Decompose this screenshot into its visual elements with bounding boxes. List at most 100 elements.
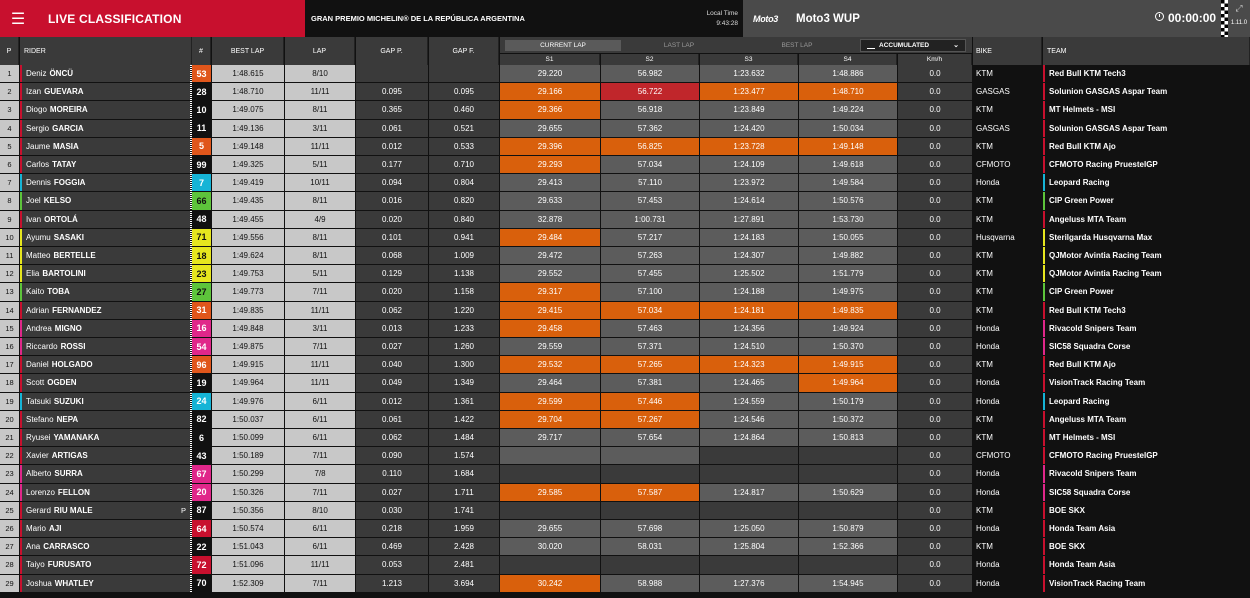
rider-first-name: Adrian (26, 305, 50, 315)
tab-current-lap[interactable]: CURRENT LAP (505, 40, 621, 51)
col-header-gap-f[interactable]: GAP F. (429, 37, 499, 65)
table-row[interactable]: 17 Daniel HOLGADO 96 1:49.915 11/11 0.040 1.300… (0, 356, 1250, 374)
table-row[interactable]: 10 Ayumu SASAKI 71 1:49.556 8/11 0.101 0.941 29.… (0, 228, 1250, 247)
team-label: QJMotor Avintia Racing Team (1049, 269, 1162, 279)
rider-name[interactable]: Daniel HOLGADO (20, 356, 192, 374)
table-row[interactable]: 5 Jaume MASIA 5 1:49.148 11/11 0.012 0.533 29.39… (0, 137, 1250, 156)
table-row[interactable]: 26 Mario AJI 64 1:50.574 6/11 0.218 1.959 29.655… (0, 520, 1250, 538)
rider-name[interactable]: Jaume MASIA (20, 137, 192, 155)
table-row[interactable]: 21 Ryusei YAMANAKA 6 1:50.099 6/11 0.062 1.484 2… (0, 429, 1250, 447)
table-row[interactable]: 4 Sergio GARCIA 11 1:49.136 3/11 0.061 0.521 29.… (0, 119, 1250, 138)
bike-make: Honda (973, 338, 1042, 356)
col-header-s4[interactable]: S4 (799, 54, 897, 65)
gap-first: 0.840 (429, 210, 499, 228)
rider-name[interactable]: Ryusei YAMANAKA (20, 429, 192, 447)
table-row[interactable]: 13 Kaito TOBA 27 1:49.773 7/11 0.020 1.158 29.31… (0, 283, 1250, 301)
rider-name[interactable]: Xavier ARTIGAS (20, 447, 192, 465)
rider-name[interactable]: Elia BARTOLINI (20, 265, 192, 283)
sector-1: 30.242 (500, 574, 600, 592)
sector-1: 29.655 (500, 520, 600, 538)
rider-name[interactable]: Joel KELSO (20, 192, 192, 210)
col-header-gap-p[interactable]: GAP P. (356, 37, 428, 65)
rider-name[interactable]: Alberto SURRA (20, 465, 192, 483)
table-row[interactable]: 14 Adrian FERNANDEZ 31 1:49.835 11/11 0.062 1.2… (0, 301, 1250, 320)
rider-name[interactable]: Diogo MOREIRA (20, 101, 192, 119)
team-label: Rivacold Snipers Team (1049, 469, 1137, 479)
bike-make: Honda (973, 574, 1042, 592)
col-header-num[interactable]: # (192, 37, 211, 65)
rider-name[interactable]: Adrian FERNANDEZ (20, 301, 192, 319)
rider-name[interactable]: Kaito TOBA (20, 283, 192, 301)
table-row[interactable]: 15 Andrea MIGNO 16 1:49.848 3/11 0.013 1.233 29.… (0, 319, 1250, 338)
rider-name[interactable]: Tatsuki SUZUKI (20, 392, 192, 410)
col-header-bike[interactable]: BIKE (973, 37, 1042, 65)
rider-name[interactable]: Stefano NEPA (20, 410, 192, 428)
rider-name[interactable]: Dennis FOGGIA (20, 174, 192, 192)
rider-name[interactable]: Sergio GARCIA (20, 119, 192, 137)
col-header-kmh[interactable]: Km/h (898, 54, 972, 65)
bar-chart-icon (867, 43, 875, 49)
table-row[interactable]: 6 Carlos TATAY 99 1:49.325 5/11 0.177 0.710 29.2… (0, 156, 1250, 174)
table-row[interactable]: 11 Matteo BERTELLE 18 1:49.624 8/11 0.068 1.009… (0, 247, 1250, 265)
col-header-rider[interactable]: RIDER (20, 37, 192, 65)
rider-name[interactable]: Scott OGDEN (20, 374, 192, 392)
table-row[interactable]: 19 Tatsuki SUZUKI 24 1:49.976 6/11 0.012 1.361 2… (0, 392, 1250, 411)
table-row[interactable]: 29 Joshua WHATLEY 70 1:52.309 7/11 1.213 3.694 3… (0, 574, 1250, 593)
rider-name[interactable]: Matteo BERTELLE (20, 247, 192, 265)
rider-name[interactable]: Deniz ÖNCÜ (20, 65, 192, 83)
rider-name[interactable]: Ana CARRASCO (20, 538, 192, 556)
accumulated-dropdown[interactable]: ACCUMULATED ⌄ (860, 39, 966, 52)
speed-kmh: 0.0 (898, 101, 972, 119)
rider-name[interactable]: Ivan ORTOLÁ (20, 210, 192, 228)
table-row[interactable]: 24 Lorenzo FELLON 20 1:50.326 7/11 0.027 1.711 2… (0, 483, 1250, 502)
col-header-pos[interactable]: P (0, 37, 19, 65)
rider-name[interactable]: Carlos TATAY (20, 156, 192, 174)
bike-make: KTM (973, 501, 1042, 519)
col-header-team[interactable]: TEAM (1043, 37, 1250, 65)
table-row[interactable]: 16 Riccardo ROSSI 54 1:49.875 7/11 0.027 1.260 2… (0, 338, 1250, 356)
table-row[interactable]: 20 Stefano NEPA 82 1:50.037 6/11 0.061 1.422 29.… (0, 410, 1250, 429)
position: 25 (0, 501, 19, 519)
tab-last-lap[interactable]: LAST LAP (621, 40, 737, 51)
best-lap: 1:49.325 (212, 156, 284, 174)
hamburger-icon[interactable]: ☰ (0, 0, 36, 37)
table-row[interactable]: 28 Taiyo FURUSATO 72 1:51.096 11/11 0.053 2.481… (0, 556, 1250, 574)
col-header-s1[interactable]: S1 (500, 54, 600, 65)
rider-name[interactable]: Izan GUEVARA (20, 83, 192, 101)
tab-best-lap[interactable]: BEST LAP (737, 40, 857, 51)
col-header-s3[interactable]: S3 (700, 54, 798, 65)
team-label: SIC58 Squadra Corse (1049, 342, 1131, 352)
col-header-lap[interactable]: LAP (285, 37, 355, 65)
table-row[interactable]: 18 Scott OGDEN 19 1:49.964 11/11 0.049 1.349 29.… (0, 374, 1250, 392)
rider-first-name: Carlos (26, 160, 50, 170)
bike-make: Honda (973, 392, 1042, 410)
rider-name[interactable]: Ayumu SASAKI (20, 228, 192, 246)
table-row[interactable]: 9 Ivan ORTOLÁ 48 1:49.455 4/9 0.020 0.840 32.878… (0, 210, 1250, 229)
rider-name[interactable]: Andrea MIGNO (20, 319, 192, 337)
rider-name[interactable]: Taiyo FURUSATO (20, 556, 192, 574)
fullscreen-icon[interactable]: ⤢ (1228, 3, 1250, 14)
best-lap: 1:49.075 (212, 101, 284, 119)
table-row[interactable]: 23 Alberto SURRA 67 1:50.299 7/8 0.110 1.684 0.0… (0, 465, 1250, 483)
gap-previous: 0.101 (356, 228, 428, 246)
col-header-best-lap[interactable]: BEST LAP (212, 37, 284, 65)
rider-name[interactable]: Gerard RIU MALE P (20, 501, 192, 519)
table-row[interactable]: 27 Ana CARRASCO 22 1:51.043 6/11 0.469 2.428 30.… (0, 538, 1250, 556)
rider-name[interactable]: Mario AJI (20, 520, 192, 538)
rider-number: 7 (198, 177, 204, 188)
rider-number: 6 (198, 432, 204, 443)
table-row[interactable]: 8 Joel KELSO 66 1:49.435 8/11 0.016 0.820 29.633… (0, 192, 1250, 210)
table-row[interactable]: 1 Deniz ÖNCÜ 53 1:48.615 8/10 29.220 56.982 1:23… (0, 65, 1250, 83)
table-row[interactable]: 25 Gerard RIU MALE P 87 1:50.356 8/10 0.030 1.74… (0, 501, 1250, 520)
local-time-label: Local Time (706, 10, 738, 17)
table-row[interactable]: 22 Xavier ARTIGAS 43 1:50.189 7/11 0.090 1.574 0… (0, 447, 1250, 465)
col-header-s2[interactable]: S2 (601, 54, 699, 65)
rider-name[interactable]: Lorenzo FELLON (20, 483, 192, 501)
table-row[interactable]: 2 Izan GUEVARA 28 1:48.710 11/11 0.095 0.095 29.… (0, 83, 1250, 101)
rider-name[interactable]: Riccardo ROSSI (20, 338, 192, 356)
table-row[interactable]: 12 Elia BARTOLINI 23 1:49.753 5/11 0.129 1.138 2… (0, 265, 1250, 283)
rider-name[interactable]: Joshua WHATLEY (20, 574, 192, 592)
sector-3 (700, 465, 798, 483)
table-row[interactable]: 7 Dennis FOGGIA 7 1:49.419 10/11 0.094 0.804 29.… (0, 174, 1250, 192)
table-row[interactable]: 3 Diogo MOREIRA 10 1:49.075 8/11 0.365 0.460 29.… (0, 101, 1250, 119)
